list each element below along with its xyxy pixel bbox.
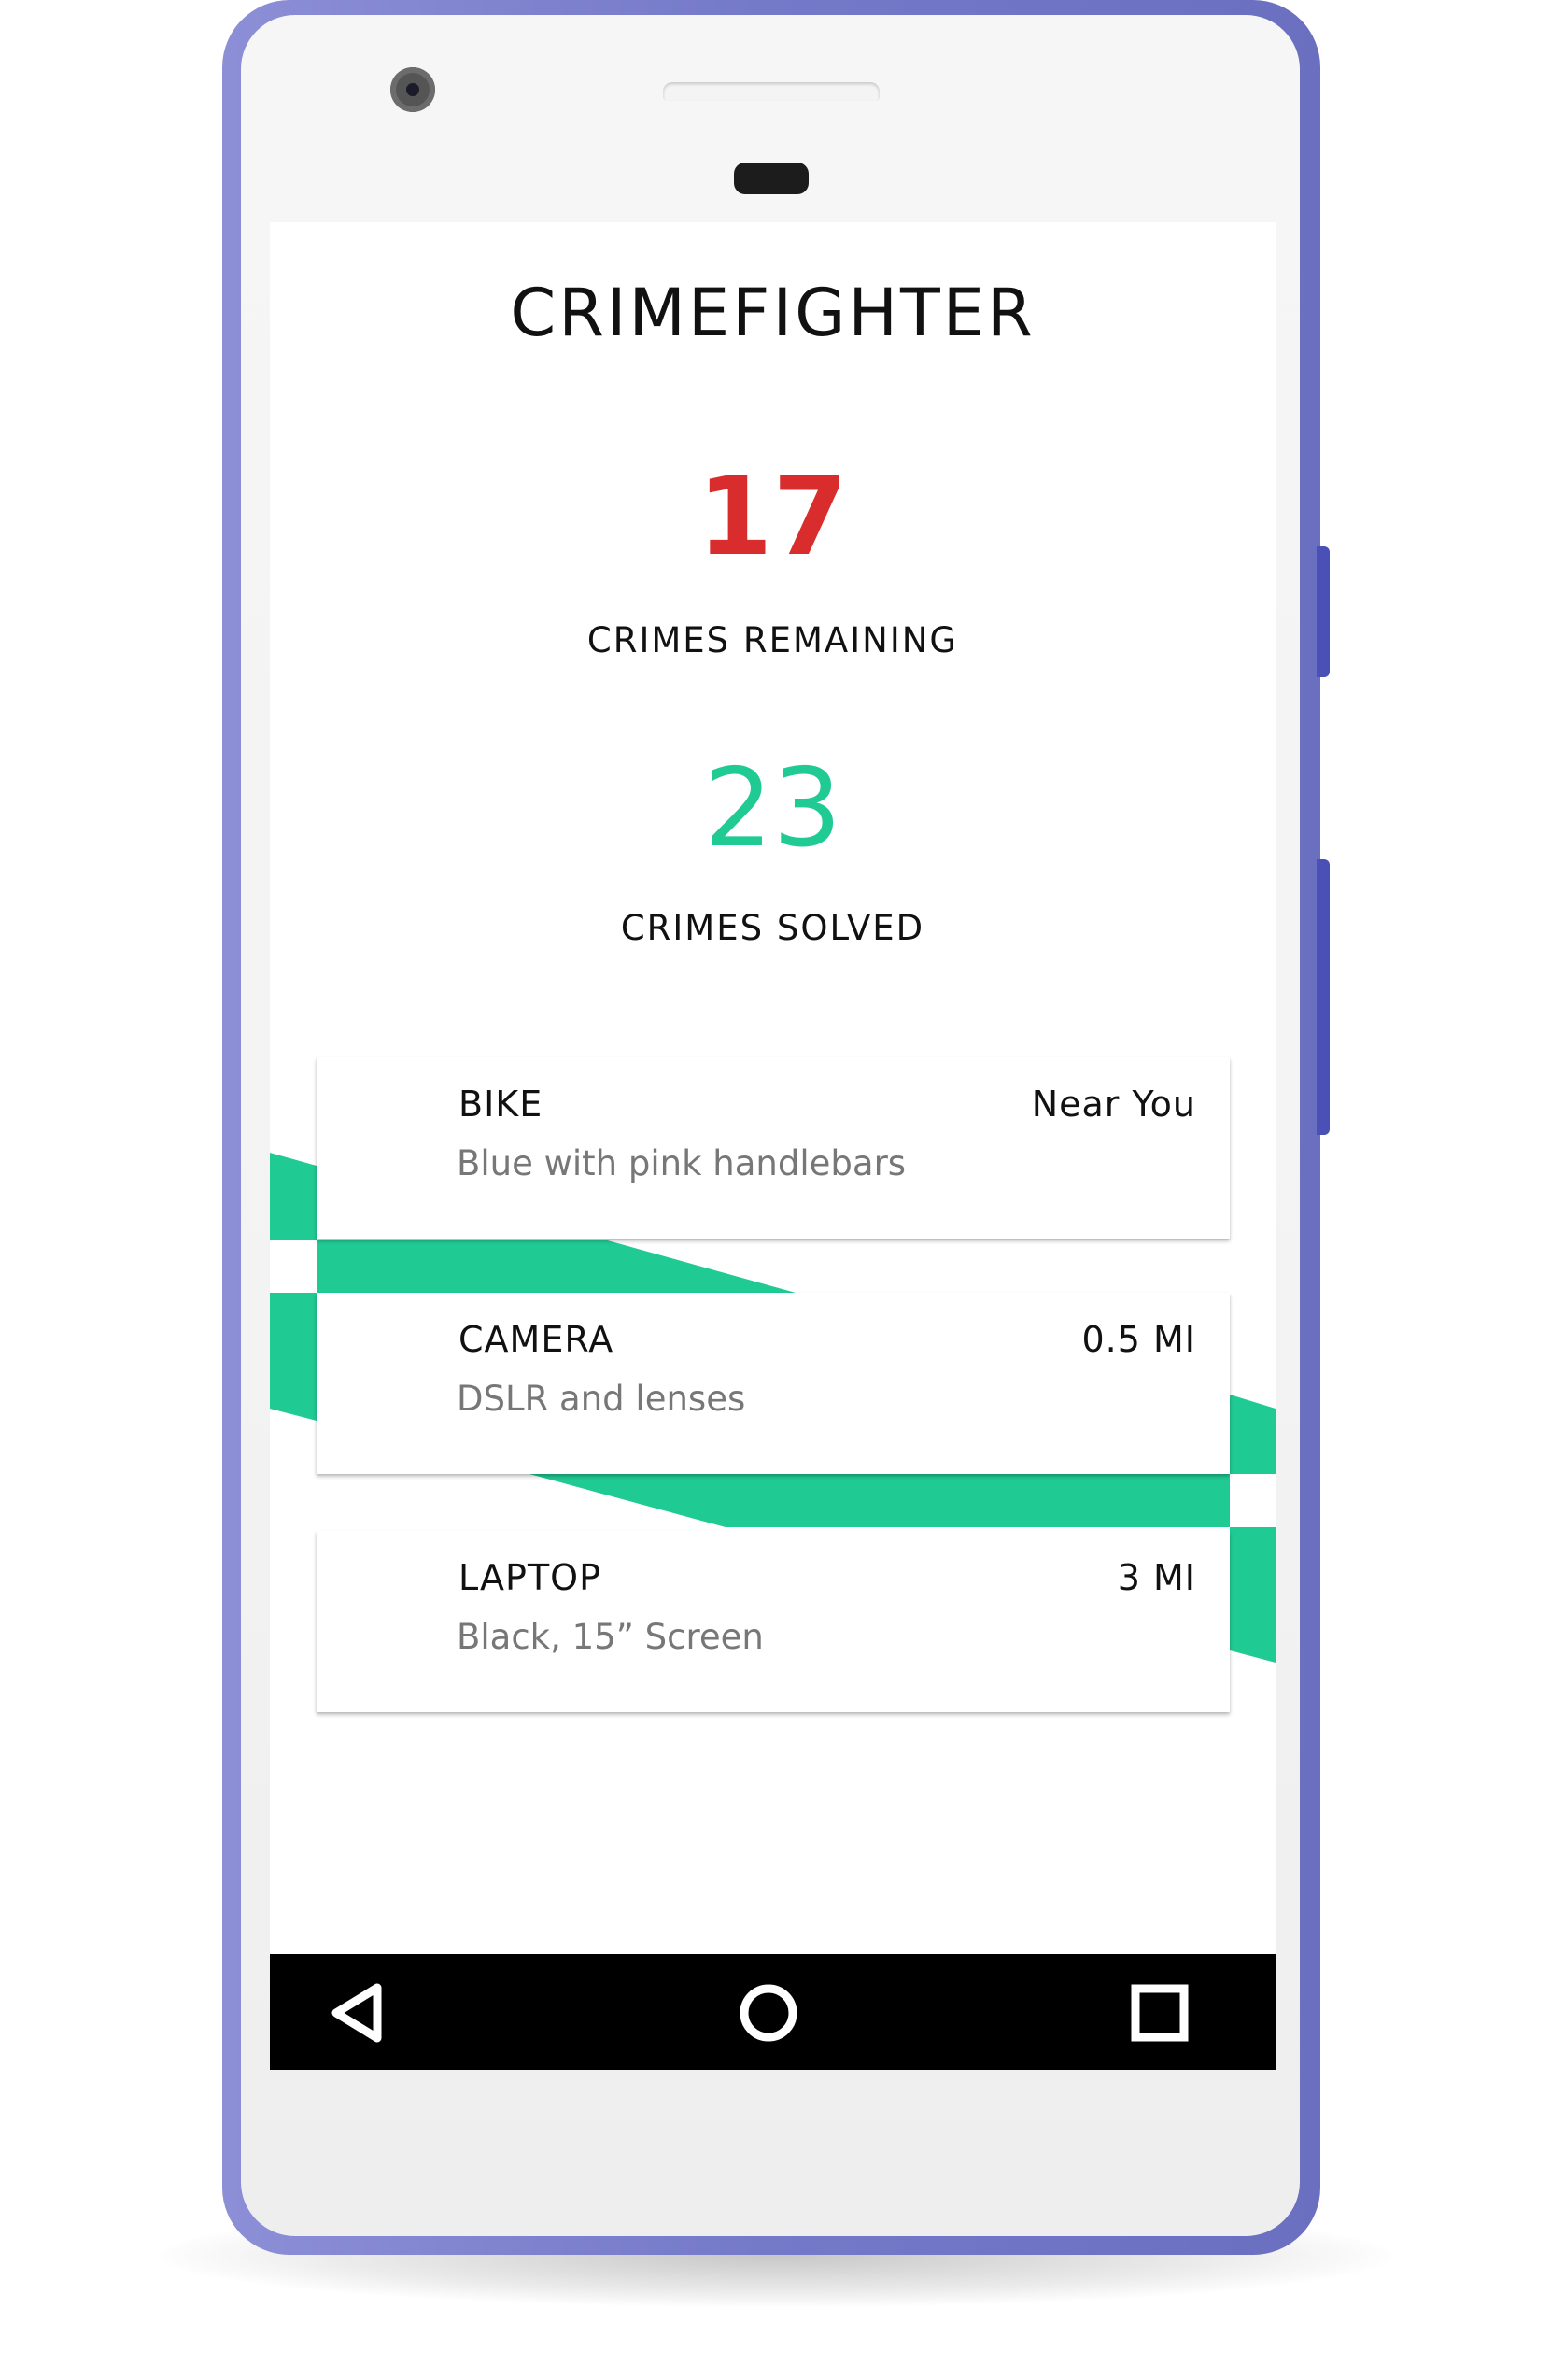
crime-card-bike[interactable]: BIKE Near You Blue with pink handlebars <box>317 1057 1230 1239</box>
crimes-solved-label: CRIMES SOLVED <box>620 908 925 948</box>
crimes-solved-count: 23 <box>703 745 842 871</box>
volume-button <box>1317 546 1330 677</box>
crimes-remaining-label: CRIMES REMAINING <box>586 620 959 660</box>
app-title: CRIMEFIGHTER <box>510 275 1036 351</box>
crime-card-camera[interactable]: CAMERA 0.5 MI DSLR and lenses <box>317 1293 1230 1474</box>
crime-description: DSLR and lenses <box>457 1379 746 1419</box>
back-triangle-icon <box>331 1983 382 2043</box>
crime-name: LAPTOP <box>458 1557 601 1598</box>
crime-description: Black, 15” Screen <box>457 1617 764 1657</box>
recent-apps-square-icon <box>1131 1984 1189 2042</box>
earpiece-speaker <box>663 82 880 101</box>
proximity-sensor <box>734 163 809 194</box>
home-circle-icon <box>740 1984 797 2042</box>
front-camera <box>390 67 435 112</box>
crimes-remaining-count: 17 <box>697 454 849 580</box>
crime-name: BIKE <box>458 1084 543 1125</box>
app-screen: CRIMEFIGHTER 17 CRIMES REMAINING 23 CRIM… <box>270 222 1276 2070</box>
crime-name: CAMERA <box>458 1319 614 1360</box>
crime-description: Blue with pink handlebars <box>457 1143 907 1183</box>
home-button[interactable] <box>736 1980 801 2046</box>
crime-distance: 3 MI <box>1117 1557 1196 1598</box>
crime-distance: Near You <box>1031 1084 1196 1125</box>
recent-apps-button[interactable] <box>1127 1980 1192 2046</box>
power-button <box>1317 859 1330 1135</box>
crime-distance: 0.5 MI <box>1081 1319 1196 1360</box>
crime-card-laptop[interactable]: LAPTOP 3 MI Black, 15” Screen <box>317 1531 1230 1712</box>
android-navigation-bar <box>270 1954 1276 2070</box>
back-button[interactable] <box>324 1980 389 2046</box>
